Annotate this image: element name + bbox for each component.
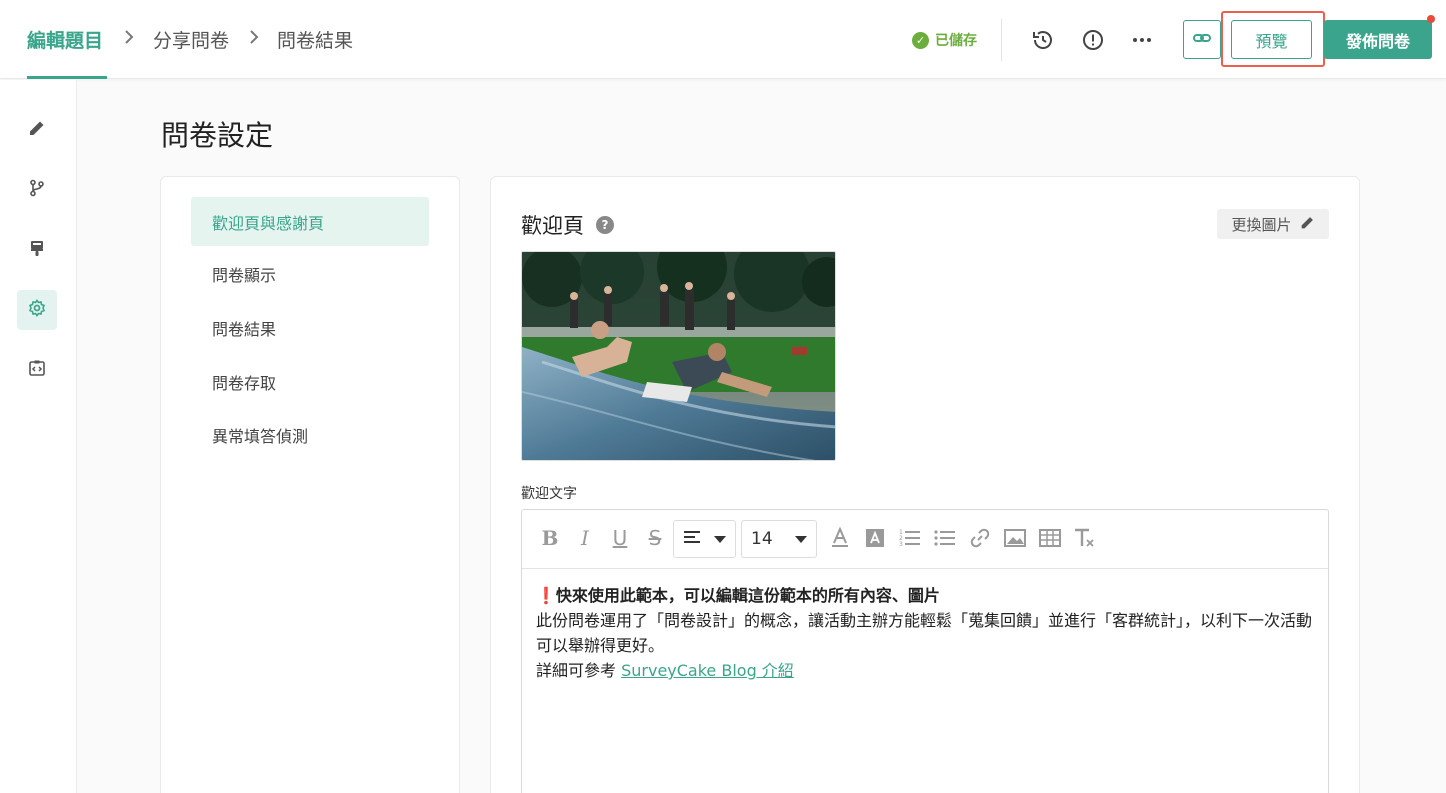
welcome-image [521,251,836,461]
welcome-title: 歡迎頁 [521,214,584,238]
content-reference-line: 詳細可參考 SurveyCake Blog 介紹 [536,661,794,680]
link-button[interactable] [1183,20,1221,59]
left-rail [0,80,77,793]
rail-edit[interactable] [17,110,57,150]
pencil-icon [1300,215,1315,234]
breadcrumb-chevron-icon [123,28,135,51]
link-icon[interactable] [968,525,992,551]
more-icon[interactable] [1129,27,1155,53]
rail-theme[interactable] [17,230,57,270]
bold-icon[interactable]: B [538,525,562,551]
active-tab-underline [27,76,107,79]
italic-icon[interactable]: I [573,525,597,551]
table-icon[interactable] [1038,525,1062,551]
align-left-icon [683,529,701,550]
breadcrumb-chevron-icon [248,28,260,51]
svg-text:3: 3 [899,541,903,548]
top-bar: 編輯題目 分享問卷 問卷結果 ✓ 已儲存 預覽 發佈問卷 [0,0,1446,79]
rail-embed[interactable] [17,350,57,390]
background-color-icon[interactable] [863,525,887,551]
edit-icon [28,119,46,141]
rich-text-editor: B I U S 14 123 ❗快來使用此範本，可以編輯這份範本的所有內容、圖片… [521,509,1329,793]
help-icon[interactable]: ? [596,216,614,234]
nav-item-welcome-thanks[interactable]: 歡迎頁與感謝頁 [191,197,429,246]
chevron-down-icon [714,535,726,543]
nav-item-anomaly-detection[interactable]: 異常填答偵測 [191,410,429,459]
branch-icon [28,179,46,201]
nav-item-survey-access[interactable]: 問卷存取 [191,357,429,406]
align-select[interactable] [673,520,736,558]
preview-button[interactable]: 預覽 [1231,20,1312,59]
divider [1001,19,1002,61]
welcome-panel: 歡迎頁 ? 更換圖片 歡迎文字 B I U S 14 1 2 3 ❗快來使用此範… [490,176,1360,793]
alert-icon[interactable] [1080,27,1106,53]
link-icon [1192,28,1212,52]
check-icon: ✓ [912,31,929,49]
strikethrough-icon[interactable]: S [643,525,667,551]
editor-toolbar: B I U S 14 123 [522,510,1328,569]
saved-status-label: 已儲存 [935,33,977,49]
nav-item-survey-display[interactable]: 問卷顯示 [191,249,429,298]
font-size-value: 14 [751,529,773,549]
breadcrumb-survey-results[interactable]: 問卷結果 [277,26,353,53]
page-title: 問卷設定 [161,119,274,152]
chevron-down-icon [795,535,807,543]
breadcrumb-edit-questions[interactable]: 編輯題目 [27,26,103,53]
paint-icon [28,239,46,261]
change-image-label: 更換圖片 [1231,215,1292,234]
content-paragraph: 此份問卷運用了「問卷設計」的概念，讓活動主辦方能輕鬆「蒐集回饋」並進行「客群統計… [536,611,1313,655]
notification-dot [1427,15,1435,23]
settings-icon [28,299,46,321]
text-color-icon[interactable] [828,525,852,551]
underline-icon[interactable]: U [608,525,632,551]
blog-link[interactable]: SurveyCake Blog 介紹 [621,661,794,680]
welcome-text-label: 歡迎文字 [521,486,577,502]
bullet-list-icon[interactable] [933,525,957,551]
nav-item-survey-results[interactable]: 問卷結果 [191,303,429,352]
rail-settings[interactable] [17,290,57,330]
clear-format-icon[interactable] [1073,525,1097,551]
ordered-list-icon[interactable]: 123 [898,525,922,551]
welcome-title-row: 歡迎頁 ? [521,210,614,240]
publish-button[interactable]: 發佈問卷 [1324,20,1432,59]
change-image-button[interactable]: 更換圖片 [1217,209,1329,239]
code-icon [28,359,46,381]
rail-logic[interactable] [17,170,57,210]
saved-status: ✓ 已儲存 [912,30,977,50]
history-icon[interactable] [1030,27,1056,53]
settings-nav: 歡迎頁與感謝頁 問卷顯示 問卷結果 問卷存取 異常填答偵測 [160,176,460,793]
image-icon[interactable] [1003,525,1027,551]
breadcrumb-share-survey[interactable]: 分享問卷 [153,26,229,53]
exclamation-icon: ❗ [536,586,556,605]
font-size-select[interactable]: 14 [741,520,817,558]
editor-content[interactable]: ❗快來使用此範本，可以編輯這份範本的所有內容、圖片 此份問卷運用了「問卷設計」的… [536,583,1316,683]
content-headline: ❗快來使用此範本，可以編輯這份範本的所有內容、圖片 [536,586,940,605]
